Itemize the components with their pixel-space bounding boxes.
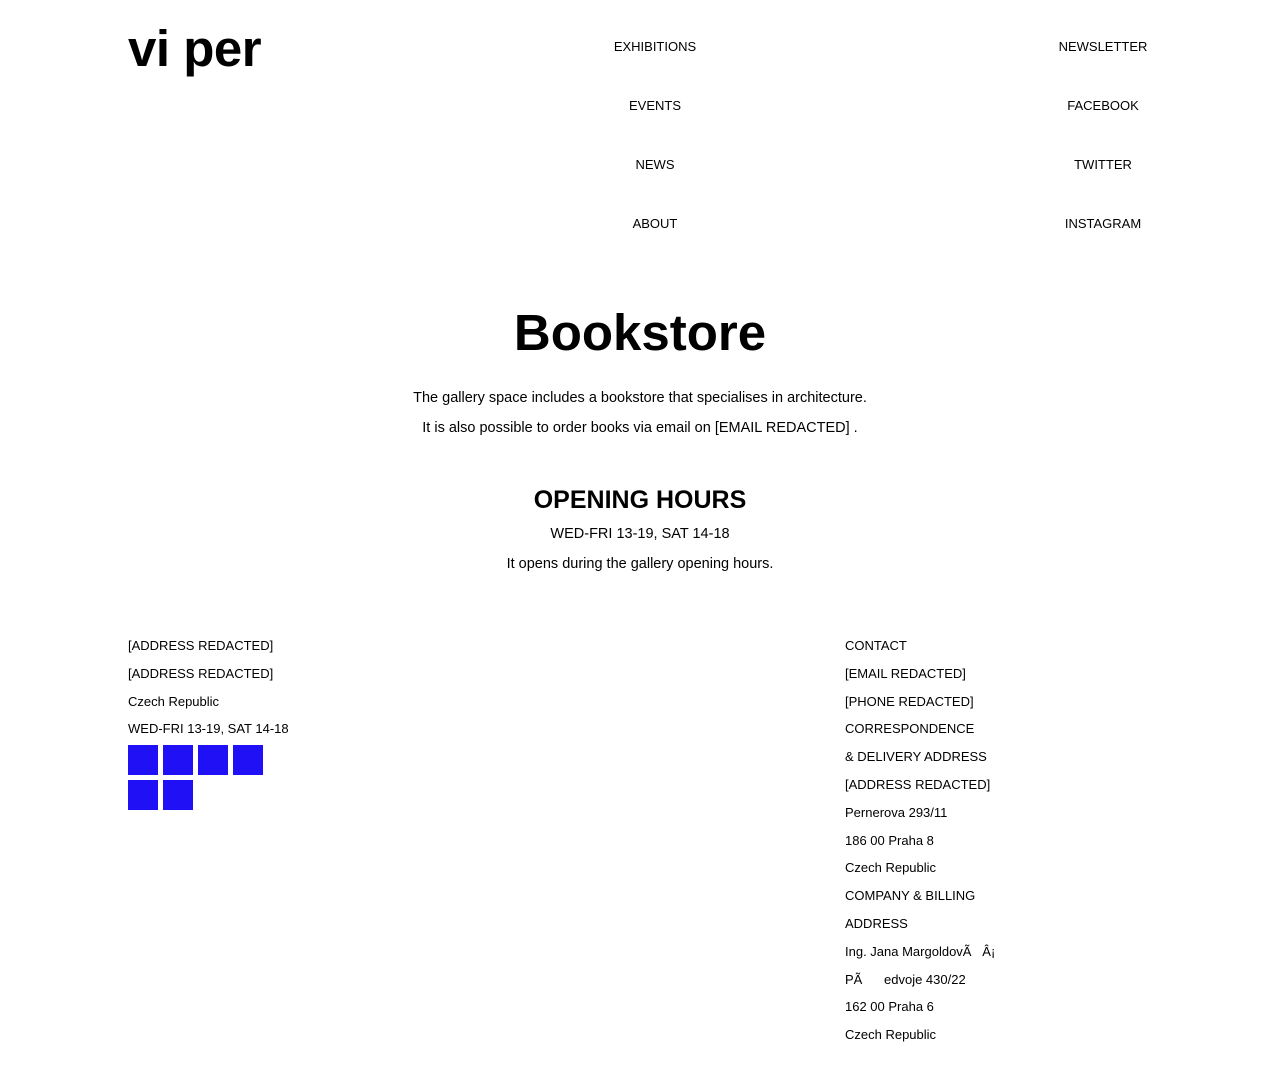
billing-name: Ing. Jana MargoldovÃ Â¡ xyxy=(845,943,996,959)
footer-square-link[interactable] xyxy=(163,780,193,811)
footer-address-line: [ADDRESS REDACTED] xyxy=(128,638,274,653)
nav-link-instagram[interactable]: INSTAGRAM xyxy=(1065,208,1141,267)
footer-square-link[interactable] xyxy=(128,780,158,811)
social-nav: NEWSLETTER FACEBOOK TWITTER INSTAGRAM xyxy=(1003,31,1203,267)
nav-link-twitter[interactable]: TWITTER xyxy=(1074,149,1132,208)
page-title: Bookstore xyxy=(513,304,767,361)
billing-street: PÃ edvoje 430/22 xyxy=(845,971,966,987)
nav-link-facebook[interactable]: FACEBOOK xyxy=(1067,90,1139,149)
billing-country: Czech Republic xyxy=(845,1027,937,1043)
billing-heading: COMPANY & BILLING xyxy=(845,888,976,904)
billing-city: 162 00 Praha 6 xyxy=(845,999,934,1015)
nav-link-about[interactable]: ABOUT xyxy=(633,208,678,267)
delivery-address-city: 186 00 Praha 8 xyxy=(845,832,934,848)
delivery-address-heading: & DELIVERY ADDRESS xyxy=(845,749,987,765)
order-email-text: It is also possible to order books via e… xyxy=(422,420,858,436)
delivery-address-country: Czech Republic xyxy=(845,860,937,876)
delivery-address-street: Pernerova 293/11 xyxy=(845,804,948,820)
page: vi per EXHIBITIONS EVENTS NEWS ABOUT NEW… xyxy=(0,0,1280,1074)
footer-square-link[interactable] xyxy=(233,745,263,776)
footer-square-grid xyxy=(128,745,268,815)
footer-address-column: [ADDRESS REDACTED] [ADDRESS REDACTED] Cz… xyxy=(128,632,289,815)
correspondence-heading: CORRESPONDENCE xyxy=(845,721,975,737)
opening-hours-note: It opens during the gallery opening hour… xyxy=(506,556,774,572)
opening-hours-heading: OPENING HOURS xyxy=(533,486,747,514)
intro-text: The gallery space includes a bookstore t… xyxy=(413,390,867,406)
nav-link-newsletter[interactable]: NEWSLETTER xyxy=(1059,31,1148,90)
footer-address-line: [ADDRESS REDACTED] xyxy=(128,665,274,681)
footer-hours: WED-FRI 13-19, SAT 14-18 xyxy=(128,721,289,737)
contact-heading: CONTACT xyxy=(845,638,907,653)
opening-hours-text: WED-FRI 13-19, SAT 14-18 xyxy=(550,526,730,542)
footer-square-link[interactable] xyxy=(198,745,228,776)
main-content: Bookstore The gallery space includes a b… xyxy=(0,300,1280,579)
nav-link-events[interactable]: EVENTS xyxy=(629,90,681,149)
site-logo[interactable]: vi per xyxy=(128,20,262,78)
footer-contact-column: CONTACT [EMAIL REDACTED] [PHONE REDACTED… xyxy=(845,632,995,1049)
nav-link-exhibitions[interactable]: EXHIBITIONS xyxy=(614,31,696,90)
contact-email[interactable]: [EMAIL REDACTED] xyxy=(845,660,995,688)
footer-square-link[interactable] xyxy=(163,745,193,776)
nav-link-news[interactable]: NEWS xyxy=(636,149,675,208)
delivery-address-line: [ADDRESS REDACTED] xyxy=(845,776,991,792)
footer-square-link[interactable] xyxy=(128,745,158,776)
billing-heading-cont: ADDRESS xyxy=(845,915,908,931)
contact-phone[interactable]: [PHONE REDACTED] xyxy=(845,688,995,716)
footer-country: Czech Republic xyxy=(128,693,220,709)
main-nav: EXHIBITIONS EVENTS NEWS ABOUT xyxy=(555,31,755,267)
